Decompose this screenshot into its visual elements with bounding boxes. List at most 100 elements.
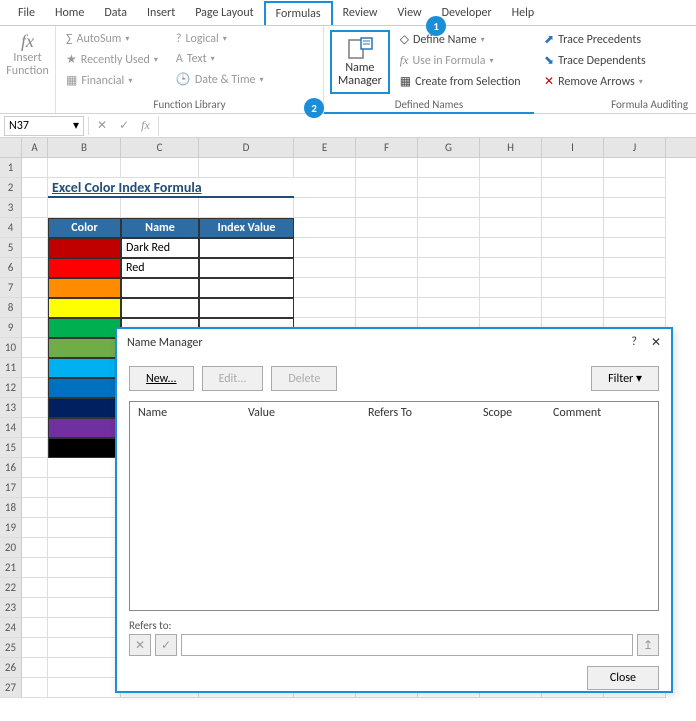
- row-header[interactable]: 5: [0, 238, 22, 258]
- col-refers[interactable]: Refers To: [368, 406, 483, 420]
- cell[interactable]: [294, 258, 356, 278]
- row-header[interactable]: 11: [0, 358, 22, 378]
- cell[interactable]: Color: [48, 218, 121, 238]
- cell[interactable]: [604, 178, 666, 198]
- cell[interactable]: [199, 278, 294, 298]
- cell[interactable]: [48, 278, 121, 298]
- row-header[interactable]: 13: [0, 398, 22, 418]
- cell[interactable]: [356, 218, 418, 238]
- names-list[interactable]: Name Value Refers To Scope Comment: [129, 401, 659, 611]
- select-all-corner[interactable]: [0, 138, 22, 158]
- insert-function-button[interactable]: fx Insert Function: [6, 30, 49, 80]
- cell[interactable]: [418, 178, 480, 198]
- remove-arrows-button[interactable]: ✕Remove Arrows▾: [540, 72, 690, 91]
- col-value[interactable]: Value: [248, 406, 368, 420]
- col-header-G[interactable]: G: [418, 138, 480, 157]
- cell[interactable]: [22, 198, 48, 218]
- cell[interactable]: [480, 158, 542, 178]
- delete-button[interactable]: Delete: [271, 366, 337, 391]
- cell[interactable]: [22, 678, 48, 698]
- menu-page-layout[interactable]: Page Layout: [185, 2, 263, 24]
- cell[interactable]: [48, 318, 121, 338]
- row-header[interactable]: 12: [0, 378, 22, 398]
- cell[interactable]: Index Value: [199, 218, 294, 238]
- col-header-B[interactable]: B: [48, 138, 121, 157]
- col-header-I[interactable]: I: [542, 138, 604, 157]
- cell[interactable]: [22, 258, 48, 278]
- row-header[interactable]: 26: [0, 658, 22, 678]
- close-icon[interactable]: ✕: [651, 335, 661, 350]
- cell[interactable]: [22, 218, 48, 238]
- cell[interactable]: [294, 278, 356, 298]
- cell[interactable]: [22, 158, 48, 178]
- cell[interactable]: [199, 258, 294, 278]
- cell[interactable]: [48, 438, 121, 458]
- cell[interactable]: [199, 198, 294, 218]
- cell[interactable]: [199, 158, 294, 178]
- cell[interactable]: [22, 658, 48, 678]
- name-box[interactable]: N37▾: [4, 116, 84, 136]
- close-button[interactable]: Close: [587, 666, 659, 690]
- use-in-formula-button[interactable]: fxUse in Formula▾: [396, 51, 525, 70]
- cell[interactable]: [22, 438, 48, 458]
- row-header[interactable]: 7: [0, 278, 22, 298]
- cell[interactable]: [294, 158, 356, 178]
- cell[interactable]: [22, 538, 48, 558]
- cell[interactable]: [48, 658, 121, 678]
- row-header[interactable]: 8: [0, 298, 22, 318]
- col-header-H[interactable]: H: [480, 138, 542, 157]
- cell[interactable]: [48, 458, 121, 478]
- trace-precedents-button[interactable]: ⬈Trace Precedents: [540, 30, 690, 49]
- cell[interactable]: [22, 398, 48, 418]
- cell[interactable]: [418, 238, 480, 258]
- cell[interactable]: [199, 238, 294, 258]
- cell[interactable]: [542, 278, 604, 298]
- formula-input[interactable]: [158, 116, 692, 136]
- row-header[interactable]: 15: [0, 438, 22, 458]
- cell[interactable]: [480, 198, 542, 218]
- col-header-E[interactable]: E: [294, 138, 356, 157]
- trace-dependents-button[interactable]: ⬊Trace Dependents: [540, 51, 690, 70]
- col-header-D[interactable]: D: [199, 138, 294, 157]
- cell[interactable]: [48, 358, 121, 378]
- cell[interactable]: Red: [121, 258, 199, 278]
- logical-button[interactable]: ?Logical▾: [172, 30, 268, 48]
- cell[interactable]: [294, 238, 356, 258]
- refers-accept-button[interactable]: ✓: [155, 634, 177, 656]
- cell[interactable]: [418, 278, 480, 298]
- cell[interactable]: [48, 258, 121, 278]
- recently-used-button[interactable]: ★Recently Used▾: [62, 50, 162, 69]
- cell[interactable]: Dark Red: [121, 238, 199, 258]
- cell[interactable]: Excel Color Index Formula: [48, 178, 294, 198]
- row-header[interactable]: 25: [0, 638, 22, 658]
- cell[interactable]: [22, 278, 48, 298]
- cell[interactable]: [48, 158, 121, 178]
- row-header[interactable]: 17: [0, 478, 22, 498]
- cell[interactable]: [199, 298, 294, 318]
- cell[interactable]: [48, 378, 121, 398]
- menu-help[interactable]: Help: [502, 2, 545, 24]
- cell[interactable]: [418, 198, 480, 218]
- cell[interactable]: [542, 238, 604, 258]
- cell[interactable]: [48, 398, 121, 418]
- cell[interactable]: [48, 558, 121, 578]
- cell[interactable]: [48, 678, 121, 698]
- cell[interactable]: [22, 338, 48, 358]
- cell[interactable]: [418, 158, 480, 178]
- cell[interactable]: [418, 218, 480, 238]
- menu-insert[interactable]: Insert: [137, 2, 185, 24]
- cell[interactable]: [418, 298, 480, 318]
- row-header[interactable]: 9: [0, 318, 22, 338]
- cell[interactable]: [22, 558, 48, 578]
- col-header-F[interactable]: F: [356, 138, 418, 157]
- menu-formulas[interactable]: Formulas: [264, 1, 333, 25]
- cell[interactable]: [48, 298, 121, 318]
- row-header[interactable]: 16: [0, 458, 22, 478]
- cell[interactable]: [542, 298, 604, 318]
- cell[interactable]: [418, 258, 480, 278]
- cell[interactable]: [121, 298, 199, 318]
- row-header[interactable]: 1: [0, 158, 22, 178]
- menu-view[interactable]: View: [388, 2, 432, 24]
- menu-home[interactable]: Home: [45, 2, 94, 24]
- fx-bar-icon[interactable]: fx: [137, 118, 154, 133]
